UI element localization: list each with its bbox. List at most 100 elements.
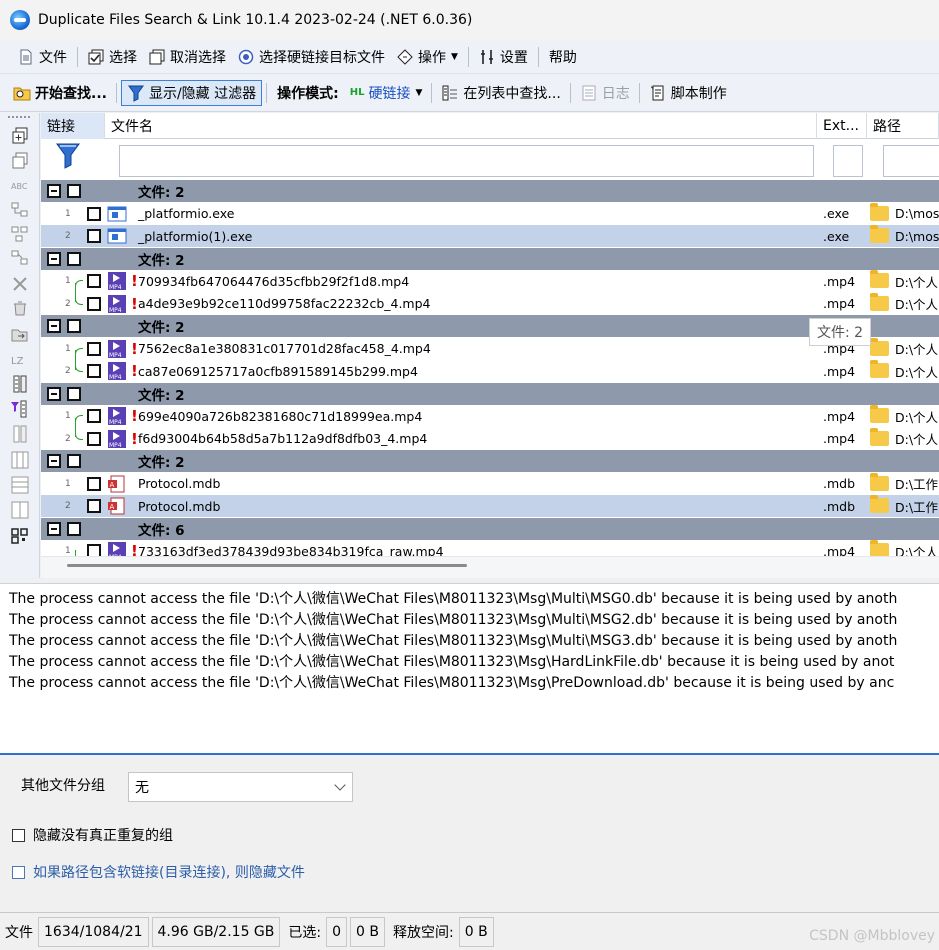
group-checkbox[interactable] — [67, 319, 81, 333]
collapse-icon[interactable] — [47, 251, 61, 266]
file-checkbox[interactable] — [87, 409, 101, 423]
hide-symlink-checkbox[interactable]: 如果路径包含软链接(目录连接), 则隐藏文件 — [12, 862, 305, 882]
checkbox-box[interactable] — [12, 828, 25, 842]
collapse-icon[interactable] — [47, 521, 61, 536]
group-header-row[interactable]: 文件: 2 — [41, 247, 939, 270]
tree-alt-icon[interactable] — [10, 225, 30, 243]
columns-gray-2-icon[interactable] — [10, 476, 30, 494]
file-checkbox[interactable] — [87, 229, 101, 243]
menu-select-hardlink-target[interactable]: 选择硬链接目标文件 — [232, 44, 391, 70]
menu-settings[interactable]: 设置 — [473, 44, 534, 70]
menu-help[interactable]: 帮助 — [543, 44, 583, 70]
log-button[interactable]: 日志 — [575, 80, 635, 106]
delete-icon[interactable] — [10, 275, 30, 293]
column-ext[interactable]: Ext... — [817, 113, 867, 139]
tree-icon[interactable] — [10, 201, 30, 219]
find-in-list-button[interactable]: 在列表中查找... — [436, 80, 565, 106]
qr-layout-icon[interactable] — [10, 527, 30, 545]
file-row[interactable]: 2 MP4! ca87e069125717a0cfb891589145b299.mp… — [41, 350, 939, 382]
file-checkbox[interactable] — [87, 296, 101, 311]
file-ext: .exe — [823, 228, 850, 244]
move-to-icon[interactable] — [10, 325, 30, 343]
checkbox-box[interactable] — [12, 865, 25, 879]
file-ext: .mp4 — [823, 273, 856, 289]
file-row[interactable]: 2 _platformio(1).exe .exe D:\mos — [41, 225, 939, 247]
hardlink-target-icon — [238, 49, 254, 64]
file-row[interactable]: 1 A Protocol.mdb .mdb D:\工作 — [41, 472, 939, 495]
start-search-label: 开始查找... — [35, 85, 107, 102]
columns-icon[interactable] — [10, 375, 30, 393]
toolbar-separator — [115, 82, 117, 103]
toggle-filter-button[interactable]: 显示/隐藏 过滤器 — [120, 79, 263, 106]
group-checkbox[interactable] — [67, 454, 81, 468]
collapse-icon[interactable] — [47, 184, 61, 198]
other-group-dropdown[interactable]: 无 — [128, 772, 353, 802]
file-path: D:\个人 — [895, 432, 939, 447]
menu-select-label: 选择 — [109, 49, 137, 66]
file-checkbox[interactable] — [87, 206, 101, 221]
column-link[interactable]: 链接 — [41, 113, 105, 139]
menu-unselect-label: 取消选择 — [170, 49, 226, 66]
file-row[interactable]: 1 MP4! 699e4090a726b82381680c71d18999ea.mp… — [41, 405, 939, 437]
rename-icon[interactable]: ABC — [10, 177, 30, 195]
copy-add-icon[interactable] — [10, 127, 30, 145]
file-checkbox[interactable] — [87, 476, 101, 491]
file-row[interactable]: 1 MP4! 7562ec8a1e380831c017701d28fac458_4.… — [41, 337, 939, 370]
row-number: 1 — [65, 478, 71, 489]
log-line: The process cannot access the file 'D:\个… — [9, 633, 898, 649]
document-icon — [20, 49, 32, 64]
move-icon[interactable] — [10, 249, 30, 267]
mode-dropdown[interactable]: HL 硬链接 ▼ — [345, 80, 428, 106]
filter-funnel-icon[interactable] — [55, 142, 81, 170]
mp4-file-icon: MP4 — [108, 294, 126, 313]
ext-filter-input[interactable] — [833, 145, 863, 177]
collapse-icon[interactable] — [47, 386, 61, 401]
file-row[interactable]: 2 MP4! f6d93004b64b58d5a7b112a9df8dfb03_4.… — [41, 417, 939, 450]
group-header-row[interactable]: 文件: 6 — [41, 517, 939, 540]
file-ext: .mp4 — [823, 296, 856, 311]
menu-select[interactable]: 选择 — [82, 44, 143, 70]
column-path[interactable]: 路径 — [867, 113, 939, 139]
recycle-icon[interactable] — [10, 299, 30, 317]
filename-filter-input[interactable] — [119, 145, 814, 177]
log-icon — [582, 85, 596, 100]
group-header-row[interactable]: 文件: 2 — [41, 382, 939, 405]
scrollbar-thumb[interactable] — [67, 564, 467, 567]
file-row[interactable]: 2 MP4! a4de93e9b92ce110d99758fac22232cb_4.… — [41, 282, 939, 315]
group-checkbox[interactable] — [67, 251, 81, 266]
menu-actions[interactable]: 操作 ▼ — [391, 44, 464, 70]
collapse-icon[interactable] — [47, 319, 61, 333]
compress-icon[interactable]: LZ — [10, 351, 30, 369]
file-row[interactable]: 2 A Protocol.mdb .mdb D:\工作 — [41, 495, 939, 517]
file-checkbox[interactable] — [87, 274, 101, 288]
chevron-down-icon — [334, 779, 346, 791]
file-row[interactable]: 1 _platformio.exe .exe D:\mos — [41, 202, 939, 225]
script-button[interactable]: 脚本制作 — [644, 80, 732, 106]
group-checkbox[interactable] — [67, 521, 81, 536]
toolbar: 开始查找... 显示/隐藏 过滤器 操作模式: HL 硬链接 ▼ 在列表中查找.… — [0, 74, 939, 112]
horizontal-scrollbar[interactable] — [41, 556, 939, 578]
file-checkbox[interactable] — [87, 341, 101, 356]
group-header-row[interactable]: 文件: 2 — [41, 180, 939, 202]
group-header-row[interactable]: 文件: 2 — [41, 315, 939, 337]
start-search-button[interactable]: 开始查找... — [8, 80, 112, 106]
file-checkbox[interactable] — [87, 499, 101, 513]
hide-not-duplicate-checkbox[interactable]: 隐藏没有真正重复的组 — [12, 825, 173, 845]
group-checkbox[interactable] — [67, 386, 81, 401]
file-checkbox[interactable] — [87, 364, 101, 378]
filter-columns-icon[interactable] — [10, 400, 30, 418]
group-checkbox[interactable] — [67, 184, 81, 198]
collapse-icon[interactable] — [47, 454, 61, 468]
menu-file[interactable]: 文件 — [12, 44, 73, 70]
copy-icon[interactable] — [10, 152, 30, 170]
columns-gray-alt-icon[interactable] — [10, 451, 30, 469]
file-checkbox[interactable] — [87, 431, 101, 446]
columns-gray-icon[interactable] — [10, 425, 30, 443]
column-filename[interactable]: 文件名 — [105, 113, 817, 139]
file-row[interactable]: 1 MP4! 709934fb647064476d35cfbb29f2f1d8.mp… — [41, 270, 939, 302]
toolbar-separator — [431, 82, 433, 103]
group-header-row[interactable]: 文件: 2 — [41, 450, 939, 472]
menu-unselect[interactable]: 取消选择 — [143, 44, 232, 70]
columns-gray-3-icon[interactable] — [10, 501, 30, 519]
path-filter-input[interactable] — [883, 145, 939, 177]
